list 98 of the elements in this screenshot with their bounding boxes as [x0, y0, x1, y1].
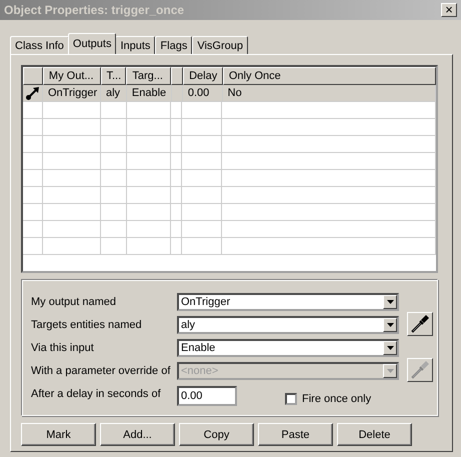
tab[interactable]: Outputs: [68, 33, 116, 54]
table-cell: [126, 136, 172, 153]
table-cell: [171, 153, 182, 170]
column-header[interactable]: Targ...: [126, 67, 172, 85]
window-title: Object Properties: trigger_once: [4, 3, 184, 17]
table-cell: [100, 153, 127, 170]
table-cell: [23, 153, 43, 170]
table-cell: [171, 204, 182, 221]
output-row[interactable]: OnTrigger aly Enable 0.00 No: [23, 85, 436, 102]
tab[interactable]: Class Info: [10, 36, 69, 54]
column-header[interactable]: Only Once: [222, 67, 436, 85]
tab[interactable]: Flags: [155, 36, 192, 54]
dropdown[interactable]: OnTrigger: [177, 292, 399, 310]
table-cell: [100, 238, 127, 255]
eyedropper-button[interactable]: [407, 312, 433, 336]
table-cell: [182, 153, 222, 170]
column-header[interactable]: Delay: [183, 67, 223, 85]
table-cell: 0.00: [182, 85, 223, 102]
table-cell: [100, 204, 127, 221]
action-button[interactable]: Add...: [100, 423, 175, 446]
field-label: Via this input: [31, 342, 95, 354]
close-button[interactable]: ×: [441, 3, 457, 17]
table-cell: [100, 221, 127, 238]
table-cell: aly: [101, 85, 127, 102]
table-cell: [126, 153, 172, 170]
table-cell: [182, 238, 222, 255]
eyedropper-icon: [409, 359, 431, 381]
table-cell: [182, 136, 222, 153]
dropdown-arrow-icon: [386, 368, 394, 372]
table-cell: [23, 170, 43, 187]
table-cell: [23, 119, 43, 136]
table-cell: [42, 136, 101, 153]
fire-once-checkbox[interactable]: [285, 392, 297, 404]
dropdown-arrow-icon: [386, 300, 394, 304]
table-cell: [100, 170, 127, 187]
table-cell: [182, 119, 222, 136]
table-cell: Enable: [126, 85, 172, 102]
table-cell: [126, 204, 172, 221]
table-cell: [126, 102, 172, 119]
table-cell: [182, 221, 222, 238]
table-cell: [23, 187, 43, 204]
dropdown[interactable]: aly: [177, 316, 399, 334]
table-cell: OnTrigger: [43, 85, 101, 102]
table-cell: [171, 238, 182, 255]
column-header[interactable]: My Out...: [42, 67, 100, 85]
table-cell: [126, 170, 172, 187]
table-cell: [126, 119, 172, 136]
table-cell: [182, 204, 222, 221]
action-button[interactable]: Mark: [21, 423, 96, 446]
table-cell: [171, 221, 182, 238]
table-cell: [42, 204, 101, 221]
action-button[interactable]: Paste: [258, 423, 333, 446]
table-cell: [171, 119, 182, 136]
table-cell: [42, 238, 101, 255]
table-cell: [126, 221, 172, 238]
column-header[interactable]: [23, 67, 43, 85]
field-label: Targets entities named: [31, 318, 143, 330]
table-cell: [171, 170, 182, 187]
field-label: With a parameter override of: [31, 364, 172, 376]
table-cell: [100, 102, 127, 119]
table-cell: [182, 170, 222, 187]
action-button[interactable]: Copy: [179, 423, 254, 446]
table-cell: No: [222, 85, 436, 102]
checkbox-label: Fire once only: [302, 392, 372, 404]
column-header[interactable]: T...: [100, 67, 126, 85]
table-cell: [42, 221, 101, 238]
eyedropper-icon: [409, 313, 431, 335]
table-cell: [171, 102, 182, 119]
table-cell: [182, 187, 222, 204]
table-cell: [42, 119, 101, 136]
table-cell: [182, 102, 222, 119]
table-cell: [171, 187, 182, 204]
table-cell: [126, 238, 172, 255]
table-cell: [23, 136, 43, 153]
delay-field[interactable]: 0.00: [177, 386, 237, 406]
dropdown[interactable]: Enable: [177, 338, 399, 356]
table-cell: [42, 102, 101, 119]
table-cell: [23, 238, 43, 255]
field-label: After a delay in seconds of: [31, 388, 162, 400]
dropdown-arrow-icon: [386, 346, 394, 350]
action-button[interactable]: Delete: [337, 423, 412, 446]
table-cell: [126, 187, 172, 204]
field-label: My output named: [31, 296, 117, 308]
table-cell: [23, 102, 43, 119]
table-cell: [100, 136, 127, 153]
table-cell: [100, 119, 127, 136]
table-cell: [100, 187, 127, 204]
column-header[interactable]: [171, 67, 184, 85]
table-cell: [172, 85, 183, 102]
tab[interactable]: VisGroup: [192, 36, 248, 54]
table-cell: [42, 153, 101, 170]
dropdown-arrow-icon: [386, 322, 394, 326]
table-cell: [23, 204, 43, 221]
table-cell: [23, 221, 43, 238]
table-cell: [42, 170, 101, 187]
table-cell: [171, 136, 182, 153]
tab[interactable]: Inputs: [115, 36, 156, 54]
table-cell: [42, 187, 101, 204]
